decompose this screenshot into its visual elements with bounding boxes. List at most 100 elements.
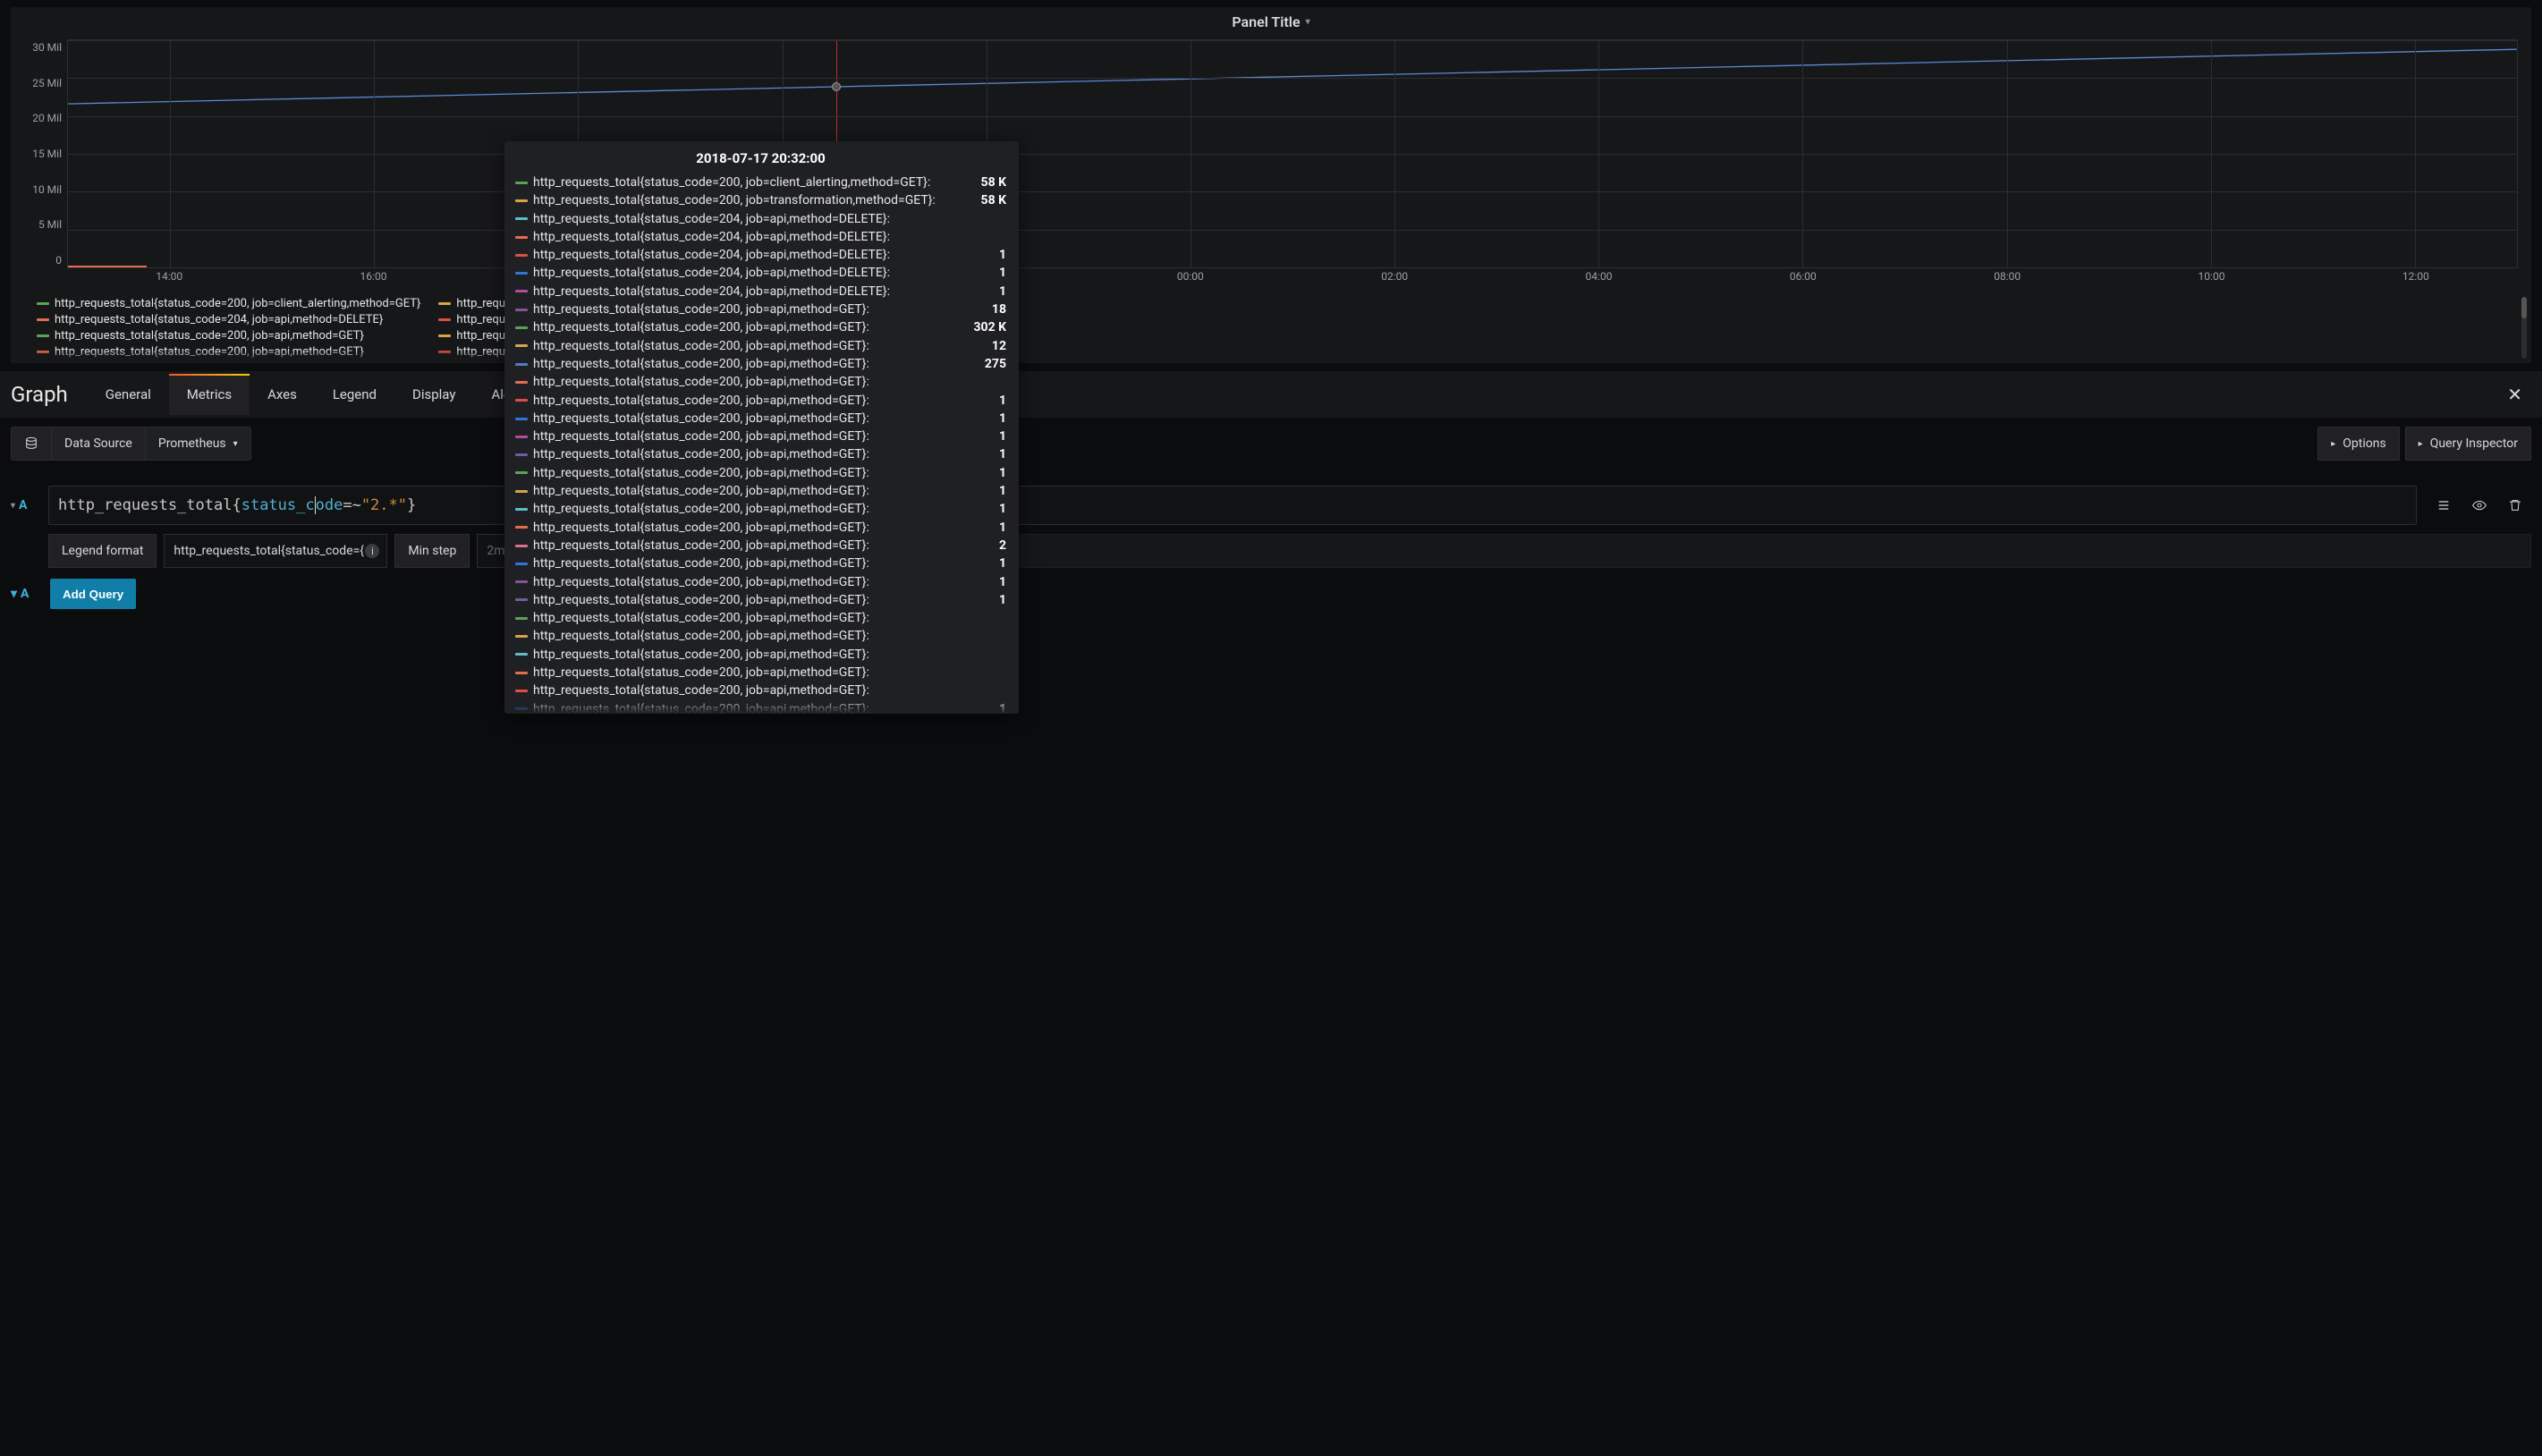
query-options-row: Legend format http_requests_total{status… xyxy=(48,534,2531,568)
tooltip-row: http_requests_total{status_code=200, job… xyxy=(515,445,1006,463)
help-icon[interactable]: i xyxy=(365,544,379,558)
series-color-swatch xyxy=(515,653,528,656)
hamburger-icon xyxy=(2436,498,2451,512)
tooltip-row: http_requests_total{status_code=200, job… xyxy=(515,646,1006,664)
panel-title-text: Panel Title xyxy=(1232,13,1300,30)
graph-panel: Panel Title ▾ 30 Mil25 Mil20 Mil15 Mil10… xyxy=(11,7,2531,363)
series-color-swatch xyxy=(515,399,528,402)
tooltip-row: http_requests_total{status_code=200, job… xyxy=(515,427,1006,445)
chart-area[interactable]: 30 Mil25 Mil20 Mil15 Mil10 Mil5 Mil0 14:… xyxy=(21,39,2521,290)
tab-general[interactable]: General xyxy=(88,374,169,415)
add-query-button[interactable]: Add Query xyxy=(50,579,136,609)
tooltip-row: http_requests_total{status_code=200, job… xyxy=(515,554,1006,572)
legend-format-input[interactable]: http_requests_total{status_code={ i xyxy=(164,534,387,568)
tooltip-row: http_requests_total{status_code=200, job… xyxy=(515,355,1006,373)
cursor-handle-top[interactable] xyxy=(832,82,841,91)
tooltip-row: http_requests_total{status_code=200, job… xyxy=(515,337,1006,355)
panel-title[interactable]: Panel Title ▾ xyxy=(1232,13,1309,30)
query-row-toggle[interactable]: ▾A xyxy=(11,486,43,525)
close-editor-button[interactable]: ✕ xyxy=(2487,371,2542,418)
tooltip-row: http_requests_total{status_code=204, job… xyxy=(515,210,1006,228)
series-color-swatch xyxy=(515,545,528,547)
tooltip-row: http_requests_total{status_code=200, job… xyxy=(515,318,1006,336)
legend[interactable]: http_requests_total{status_code=200, job… xyxy=(12,290,2530,362)
options-button[interactable]: ▸Options xyxy=(2317,427,2399,461)
series-color-swatch xyxy=(515,418,528,420)
datasource-row: Data Source Prometheus ▾ ▸Options ▸Query… xyxy=(0,418,2542,470)
tab-display[interactable]: Display xyxy=(394,374,473,415)
tab-legend[interactable]: Legend xyxy=(315,374,394,415)
series-color-swatch xyxy=(515,182,528,184)
series-color-swatch xyxy=(515,471,528,474)
database-icon xyxy=(24,436,38,451)
series-color-swatch xyxy=(515,363,528,366)
query-row-toggle[interactable]: ▾A xyxy=(11,587,43,601)
legend-item[interactable]: http_requests_total{status_code=204, job… xyxy=(37,313,420,326)
eye-icon xyxy=(2472,498,2487,512)
trash-icon xyxy=(2508,498,2522,512)
caret-down-icon: ▾ xyxy=(11,587,17,601)
tab-axes[interactable]: Axes xyxy=(250,374,315,415)
series-color-swatch xyxy=(515,453,528,456)
series-color-swatch xyxy=(515,344,528,347)
chevron-down-icon: ▾ xyxy=(233,439,238,449)
series-color-swatch xyxy=(515,290,528,292)
query-inspector-button[interactable]: ▸Query Inspector xyxy=(2405,427,2531,461)
series-color-swatch xyxy=(515,635,528,638)
series-color-swatch xyxy=(515,199,528,202)
series-color-swatch xyxy=(37,302,49,305)
plot-canvas[interactable] xyxy=(67,39,2518,268)
x-axis-labels: 14:0016:0018:0020:0022:0000:0002:0004:00… xyxy=(67,270,2518,290)
tooltip-row: http_requests_total{status_code=200, job… xyxy=(515,500,1006,518)
query-expression-input[interactable]: http_requests_total{status_code=~"2.*"} xyxy=(48,486,2417,525)
series-color-swatch xyxy=(515,381,528,384)
series-color-swatch xyxy=(515,236,528,239)
tooltip-row: http_requests_total{status_code=200, job… xyxy=(515,464,1006,482)
tooltip-row: http_requests_total{status_code=200, job… xyxy=(515,392,1006,410)
caret-right-icon: ▸ xyxy=(2331,439,2335,449)
legend-scrollbar[interactable] xyxy=(2521,297,2527,359)
tooltip-row: http_requests_total{status_code=200, job… xyxy=(515,537,1006,554)
datasource-label: Data Source xyxy=(52,427,146,461)
datasource-select[interactable]: Prometheus ▾ xyxy=(146,427,251,461)
query-row-a: ▾A http_requests_total{status_code=~"2.*… xyxy=(11,486,2531,525)
caret-right-icon: ▸ xyxy=(2419,439,2423,449)
query-editor: ▾A http_requests_total{status_code=~"2.*… xyxy=(0,486,2542,625)
min-step-label: Min step xyxy=(394,534,470,568)
series-color-swatch xyxy=(515,526,528,529)
chart-tooltip: 2018-07-17 20:32:00 http_requests_total{… xyxy=(504,141,1019,714)
legend-item[interactable]: http_requests_total{status_code=200, job… xyxy=(37,297,420,310)
tooltip-row: http_requests_total{status_code=200, job… xyxy=(515,627,1006,645)
series-color-swatch xyxy=(515,217,528,220)
series-color-swatch xyxy=(515,436,528,438)
tooltip-row: http_requests_total{status_code=200, job… xyxy=(515,482,1006,500)
datasource-icon xyxy=(11,427,52,461)
tab-metrics[interactable]: Metrics xyxy=(169,374,250,415)
row-menu-button[interactable] xyxy=(2428,486,2460,525)
add-query-row: ▾A Add Query xyxy=(11,579,2531,609)
series-color-swatch xyxy=(438,334,451,337)
tooltip-row: http_requests_total{status_code=200, job… xyxy=(515,373,1006,391)
tooltip-row: http_requests_total{status_code=200, job… xyxy=(515,191,1006,209)
tooltip-row: http_requests_total{status_code=200, job… xyxy=(515,573,1006,591)
tooltip-row: http_requests_total{status_code=200, job… xyxy=(515,519,1006,537)
tooltip-row: http_requests_total{status_code=200, job… xyxy=(515,664,1006,681)
series-color-swatch xyxy=(515,309,528,311)
series-color-swatch xyxy=(515,617,528,620)
legend-item[interactable]: http_requests_total{status_code=200, job… xyxy=(37,329,420,343)
series-color-swatch xyxy=(515,690,528,692)
series-color-swatch xyxy=(515,508,528,511)
tooltip-row: http_requests_total{status_code=200, job… xyxy=(515,410,1006,427)
tooltip-row: http_requests_total{status_code=204, job… xyxy=(515,246,1006,264)
toggle-visibility-button[interactable] xyxy=(2463,486,2495,525)
datasource-value: Prometheus xyxy=(158,436,226,451)
series-color-swatch xyxy=(515,580,528,583)
delete-row-button[interactable] xyxy=(2499,486,2531,525)
editor-title: Graph xyxy=(0,375,88,414)
series-color-swatch xyxy=(515,672,528,674)
series-color-swatch xyxy=(37,318,49,321)
series-color-swatch xyxy=(515,598,528,601)
tooltip-row: http_requests_total{status_code=204, job… xyxy=(515,228,1006,246)
chevron-down-icon: ▾ xyxy=(1306,17,1310,27)
series-color-swatch xyxy=(515,254,528,257)
